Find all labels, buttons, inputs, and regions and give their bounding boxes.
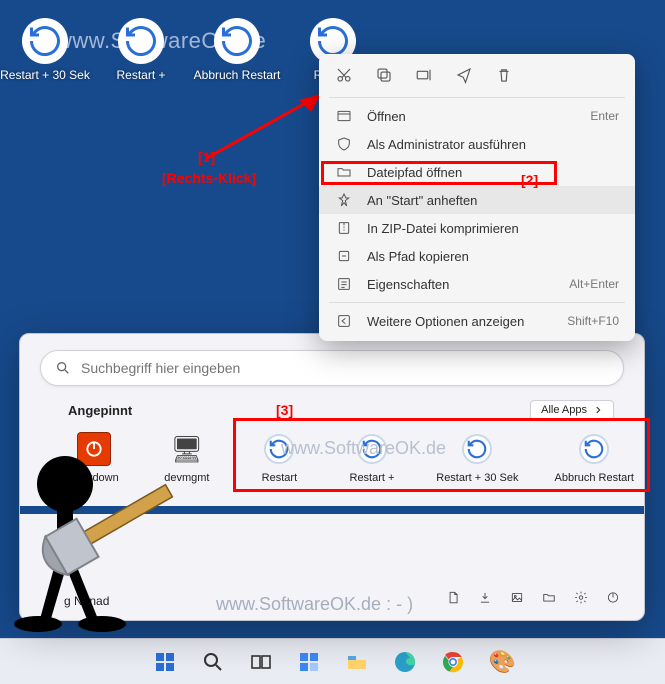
- zip-icon: [335, 219, 353, 237]
- annotation-arrow-icon: [203, 92, 323, 162]
- context-iconbar: [319, 60, 635, 93]
- context-item-label: Eigenschaften: [367, 277, 449, 292]
- share-icon[interactable]: [455, 66, 473, 87]
- restart-icon: [118, 18, 164, 64]
- more-icon: [335, 312, 353, 330]
- chevron-right-icon: [593, 405, 603, 415]
- context-item-label: In ZIP-Datei komprimieren: [367, 221, 519, 236]
- taskbar-start-button[interactable]: [145, 642, 185, 682]
- start-search-input[interactable]: [81, 360, 609, 376]
- context-item-label: Als Pfad kopieren: [367, 249, 469, 264]
- context-shortcut: Shift+F10: [567, 314, 619, 328]
- context-shortcut: Alt+Enter: [569, 277, 619, 291]
- rename-icon[interactable]: [415, 66, 433, 87]
- palette-icon: 🎨: [489, 650, 513, 674]
- divider: [329, 97, 625, 98]
- desktop-icon-label: Restart +: [116, 68, 165, 82]
- context-item-label: An "Start" anheften: [367, 193, 477, 208]
- copy-icon[interactable]: [375, 66, 393, 87]
- taskbar: 🎨: [0, 638, 665, 684]
- delete-icon[interactable]: [495, 66, 513, 87]
- settings-icon[interactable]: [570, 586, 592, 608]
- context-item-label: Öffnen: [367, 109, 406, 124]
- documents-icon[interactable]: [442, 586, 464, 608]
- desktop-icons-row: Restart + 30 Sek Restart + Abbruch Resta…: [6, 18, 372, 82]
- restart-icon: [462, 434, 492, 464]
- taskbar-taskview-button[interactable]: [241, 642, 281, 682]
- shield-icon: [335, 135, 353, 153]
- pinned-app-restart30[interactable]: Restart + 30 Sek: [436, 432, 518, 484]
- context-item-admin[interactable]: Als Administrator ausführen: [319, 130, 635, 158]
- context-item-copypath[interactable]: Als Pfad kopieren: [319, 242, 635, 270]
- annotation-step1: [1]: [198, 149, 215, 165]
- restart-icon: [357, 434, 387, 464]
- pinned-app-label: Restart +: [350, 472, 395, 484]
- context-item-zip[interactable]: In ZIP-Datei komprimieren: [319, 214, 635, 242]
- copy-path-icon: [335, 247, 353, 265]
- search-icon: [55, 360, 71, 376]
- restart-icon: [214, 18, 260, 64]
- desktop-icon-abbruch[interactable]: Abbruch Restart: [198, 18, 276, 82]
- pinned-title: Angepinnt: [68, 403, 132, 418]
- context-item-label: Dateipfad öffnen: [367, 165, 462, 180]
- folder-icon: [335, 163, 353, 181]
- annotation-step2: [2]: [521, 172, 538, 188]
- desktop-icon-label: Abbruch Restart: [194, 68, 281, 82]
- context-item-label: Als Administrator ausführen: [367, 137, 526, 152]
- pictures-icon[interactable]: [506, 586, 528, 608]
- desktop-icon-label: Restart + 30 Sek: [0, 68, 90, 82]
- desktop-icon-restart30[interactable]: Restart + 30 Sek: [6, 18, 84, 82]
- taskbar-paint-button[interactable]: 🎨: [481, 642, 521, 682]
- mascot-icon: [10, 444, 180, 644]
- annotation-step3: [3]: [276, 402, 293, 418]
- context-item-more-options[interactable]: Weitere Optionen anzeigen Shift+F10: [319, 307, 635, 335]
- power-icon[interactable]: [602, 586, 624, 608]
- taskbar-search-button[interactable]: [193, 642, 233, 682]
- divider: [329, 302, 625, 303]
- context-item-open[interactable]: Öffnen Enter: [319, 102, 635, 130]
- context-menu: Öffnen Enter Als Administrator ausführen…: [319, 54, 635, 341]
- all-apps-button[interactable]: Alle Apps: [530, 400, 614, 420]
- pinned-app-label: Restart: [262, 472, 297, 484]
- context-shortcut: Enter: [590, 109, 619, 123]
- context-item-properties[interactable]: Eigenschaften Alt+Enter: [319, 270, 635, 298]
- pinned-app-label: Abbruch Restart: [555, 472, 634, 484]
- cut-icon[interactable]: [335, 66, 353, 87]
- restart-icon: [264, 434, 294, 464]
- restart-icon: [22, 18, 68, 64]
- taskbar-explorer-button[interactable]: [337, 642, 377, 682]
- restart-icon: [579, 434, 609, 464]
- properties-icon: [335, 275, 353, 293]
- folder-icon[interactable]: [538, 586, 560, 608]
- downloads-icon[interactable]: [474, 586, 496, 608]
- taskbar-chrome-button[interactable]: [433, 642, 473, 682]
- pinned-app-restartplus[interactable]: Restart +: [344, 432, 401, 484]
- pinned-app-restart[interactable]: Restart: [251, 432, 308, 484]
- pin-icon: [335, 191, 353, 209]
- pinned-app-label: Restart + 30 Sek: [436, 472, 518, 484]
- annotation-rightclick: [Rechts-Klick]: [162, 170, 256, 186]
- start-search-bar[interactable]: [40, 350, 624, 386]
- desktop-icon-restartplus[interactable]: Restart +: [102, 18, 180, 82]
- context-item-filepath[interactable]: Dateipfad öffnen: [319, 158, 635, 186]
- open-icon: [335, 107, 353, 125]
- context-item-pin-to-start[interactable]: An "Start" anheften: [319, 186, 635, 214]
- context-item-label: Weitere Optionen anzeigen: [367, 314, 524, 329]
- taskbar-edge-button[interactable]: [385, 642, 425, 682]
- all-apps-label: Alle Apps: [541, 404, 587, 416]
- taskbar-widgets-button[interactable]: [289, 642, 329, 682]
- pinned-app-abbruch[interactable]: Abbruch Restart: [555, 432, 634, 484]
